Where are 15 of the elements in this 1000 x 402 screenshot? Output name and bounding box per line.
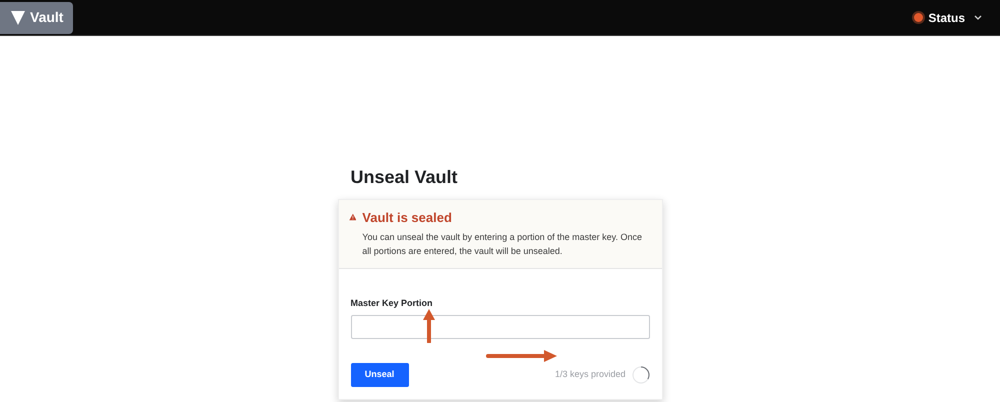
input-field[interactable] — [350, 315, 650, 339]
alert-message: You can unseal the vault by entering a portion of the master key. Once all portions are entered, the vault will be unsealed. — [362, 230, 643, 258]
status-menu[interactable]: Status — [914, 8, 982, 26]
page-title: Unseal Vault — [350, 166, 459, 189]
unseal-button[interactable]: Unseal — [350, 363, 408, 387]
progress-text: 1/3 keys provided — [554, 368, 626, 382]
annotation-arrow — [486, 349, 558, 363]
chevron-down-icon — [974, 14, 982, 20]
triangle-logo-icon — [10, 10, 26, 26]
logo-link[interactable]: Vault — [0, 2, 74, 34]
annotation-arrow — [422, 308, 436, 343]
field-label: Master Key Portion — [350, 296, 434, 310]
progress-ring-icon — [632, 366, 650, 384]
warning-icon — [348, 211, 356, 223]
alert-title: Vault is sealed — [362, 209, 453, 227]
